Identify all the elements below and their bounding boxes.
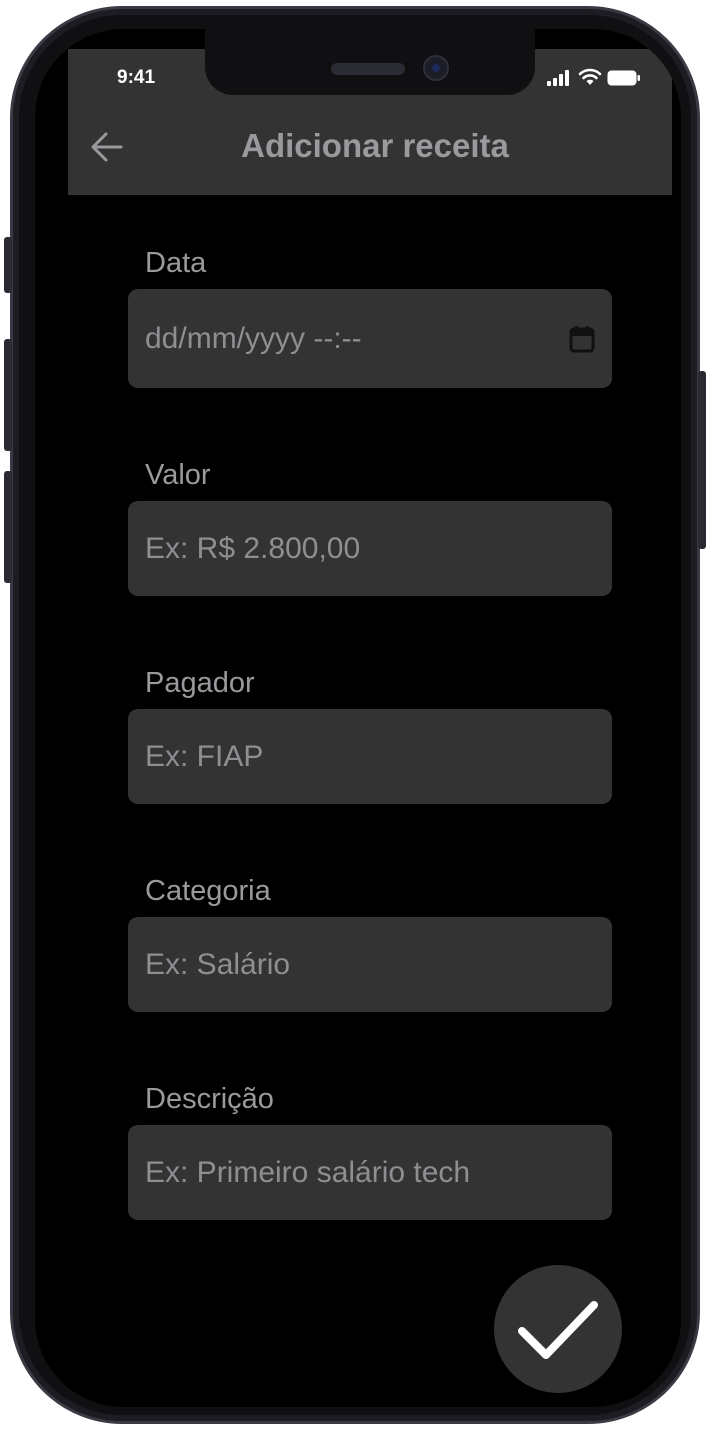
date-placeholder: dd/mm/yyyy --:-- (145, 321, 362, 355)
descricao-input[interactable] (128, 1125, 612, 1220)
app-screen: 9:41 Adicionar receita Data dd/mm/yyyy -… (35, 29, 681, 1407)
power-button (698, 371, 706, 549)
status-time: 9:41 (117, 67, 156, 88)
battery-icon (607, 70, 640, 86)
pagador-label: Pagador (145, 667, 255, 699)
silent-switch (4, 237, 12, 293)
categoria-label: Categoria (145, 875, 271, 907)
descricao-label: Descrição (145, 1083, 274, 1115)
confirm-button[interactable] (494, 1265, 622, 1393)
status-icons (547, 67, 647, 87)
checkmark-icon (518, 1301, 598, 1359)
speaker-grille (331, 63, 405, 75)
date-label: Data (145, 247, 207, 279)
page-title: Adicionar receita (241, 127, 509, 164)
volume-up-button (4, 339, 12, 451)
pagador-input[interactable] (128, 709, 612, 804)
phone-frame: 9:41 Adicionar receita Data dd/mm/yyyy -… (4, 6, 706, 1424)
cellular-signal-icon (547, 70, 569, 86)
notch (205, 29, 535, 95)
wifi-icon (578, 68, 602, 85)
volume-down-button (4, 471, 12, 583)
calendar-icon[interactable] (569, 325, 595, 353)
valor-label: Valor (145, 459, 211, 491)
valor-input[interactable] (128, 501, 612, 596)
categoria-input[interactable] (128, 917, 612, 1012)
date-field[interactable]: dd/mm/yyyy --:-- (128, 289, 612, 388)
front-camera (423, 55, 449, 81)
